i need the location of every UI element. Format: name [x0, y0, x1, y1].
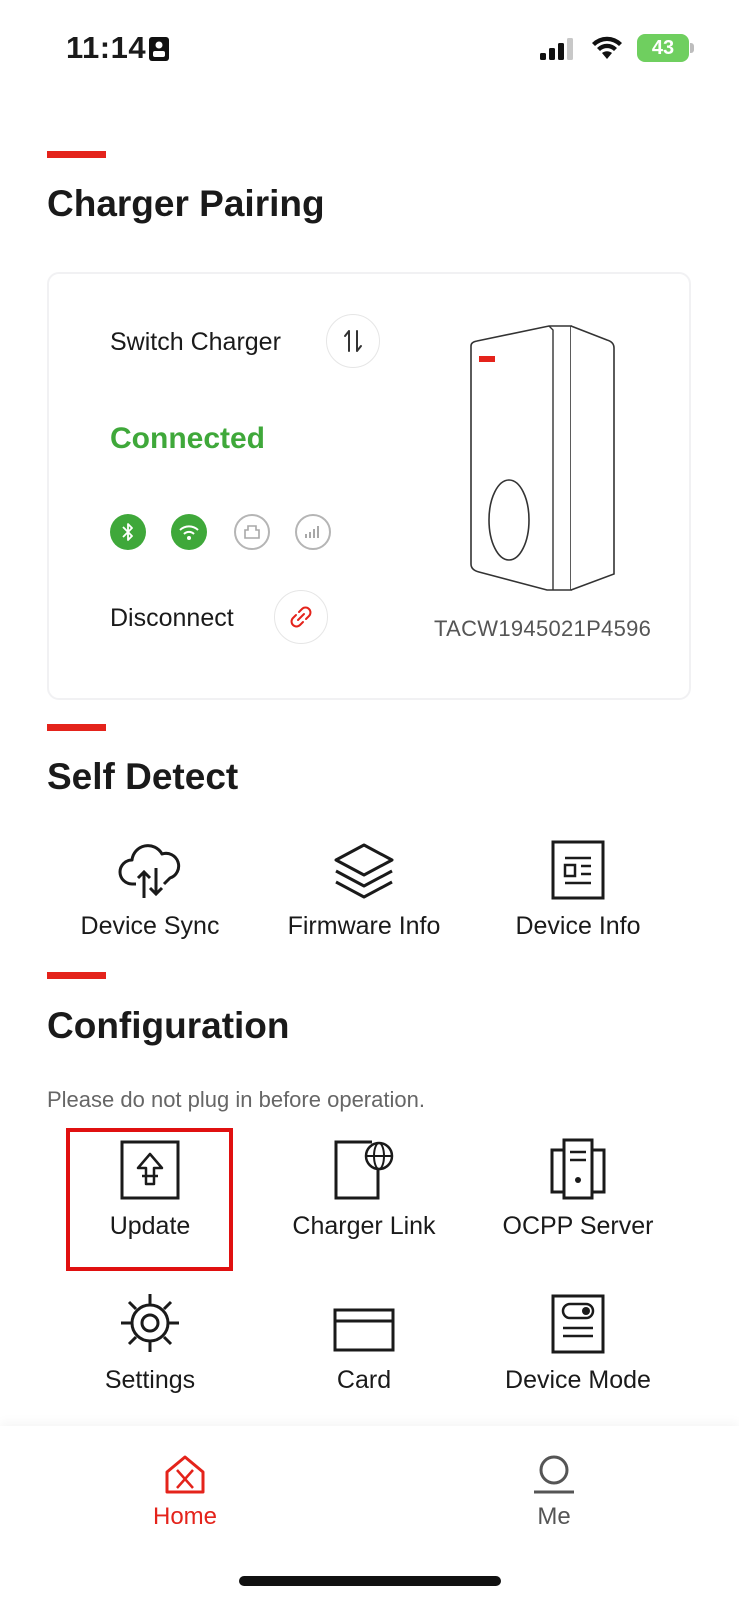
firmware-info-button[interactable]: Firmware Info — [254, 830, 474, 941]
profile-icon — [534, 1455, 574, 1494]
battery-cap — [690, 43, 694, 53]
card-button[interactable]: Card — [254, 1284, 474, 1395]
disconnect-label: Disconnect — [110, 604, 234, 632]
card-label: Card — [336, 1366, 392, 1394]
charger-link-icon — [334, 1140, 394, 1200]
connection-status: Connected — [110, 422, 266, 455]
device-info-label: Device Info — [515, 912, 641, 940]
ocpp-server-button[interactable]: OCPP Server — [468, 1130, 688, 1241]
tab-me-label: Me — [537, 1503, 571, 1530]
bottom-tab-bar: Home Me — [0, 1426, 739, 1600]
device-sync-label: Device Sync — [80, 912, 220, 940]
cellular-indicator — [295, 514, 331, 550]
layers-icon — [334, 843, 394, 899]
unlink-icon — [290, 606, 312, 628]
ocpp-server-label: OCPP Server — [502, 1212, 654, 1240]
charger-serial-number: TACW1945021P4596 — [434, 616, 652, 641]
section-accent-bar — [47, 972, 106, 979]
status-time: 11:14 — [66, 30, 147, 65]
cloud-sync-icon — [118, 844, 181, 898]
section-accent-bar — [47, 151, 106, 158]
cellular-icon — [305, 526, 319, 538]
tab-home[interactable]: Home — [115, 1454, 255, 1531]
wifi-indicator — [171, 514, 207, 550]
bluetooth-indicator — [110, 514, 146, 550]
section-title-charger-pairing: Charger Pairing — [47, 183, 325, 224]
gear-icon — [121, 1294, 179, 1352]
ethernet-icon — [244, 525, 260, 539]
firmware-info-label: Firmware Info — [287, 912, 441, 940]
device-mode-button[interactable]: Device Mode — [468, 1284, 688, 1395]
status-bar: 11:14 43 — [0, 0, 739, 100]
device-mode-label: Device Mode — [505, 1366, 651, 1394]
document-icon — [551, 840, 605, 900]
home-indicator — [239, 1576, 501, 1586]
charger-link-label: Charger Link — [292, 1212, 436, 1240]
wifi-icon — [179, 525, 199, 540]
tab-home-label: Home — [152, 1503, 218, 1530]
charger-device-image — [469, 324, 619, 599]
card-icon — [333, 1308, 395, 1352]
switch-charger-button[interactable] — [326, 314, 380, 368]
disconnect-button[interactable] — [274, 590, 328, 644]
device-info-button[interactable]: Device Info — [468, 830, 688, 941]
switch-charger-label: Switch Charger — [110, 328, 281, 356]
wifi-status-icon — [590, 34, 624, 65]
charger-pairing-card: Switch Charger Connected Disconnect TACW… — [47, 272, 691, 700]
cellular-signal-icon — [540, 38, 576, 65]
swap-arrows-icon — [344, 330, 362, 352]
tab-me[interactable]: Me — [484, 1454, 624, 1531]
section-title-configuration: Configuration — [47, 1005, 290, 1046]
section-title-self-detect: Self Detect — [47, 756, 239, 797]
id-badge-icon — [148, 36, 170, 67]
settings-label: Settings — [104, 1366, 196, 1394]
server-icon — [550, 1138, 606, 1200]
selection-highlight — [66, 1128, 233, 1271]
battery-indicator: 43 — [637, 34, 689, 62]
configuration-warning: Please do not plug in before operation. — [47, 1087, 425, 1112]
ethernet-indicator — [234, 514, 270, 550]
section-accent-bar — [47, 724, 106, 731]
device-sync-button[interactable]: Device Sync — [40, 830, 260, 941]
bluetooth-icon — [122, 523, 133, 541]
device-mode-icon — [551, 1294, 605, 1354]
home-icon — [165, 1455, 205, 1494]
settings-button[interactable]: Settings — [40, 1284, 260, 1395]
charger-link-button[interactable]: Charger Link — [254, 1130, 474, 1241]
